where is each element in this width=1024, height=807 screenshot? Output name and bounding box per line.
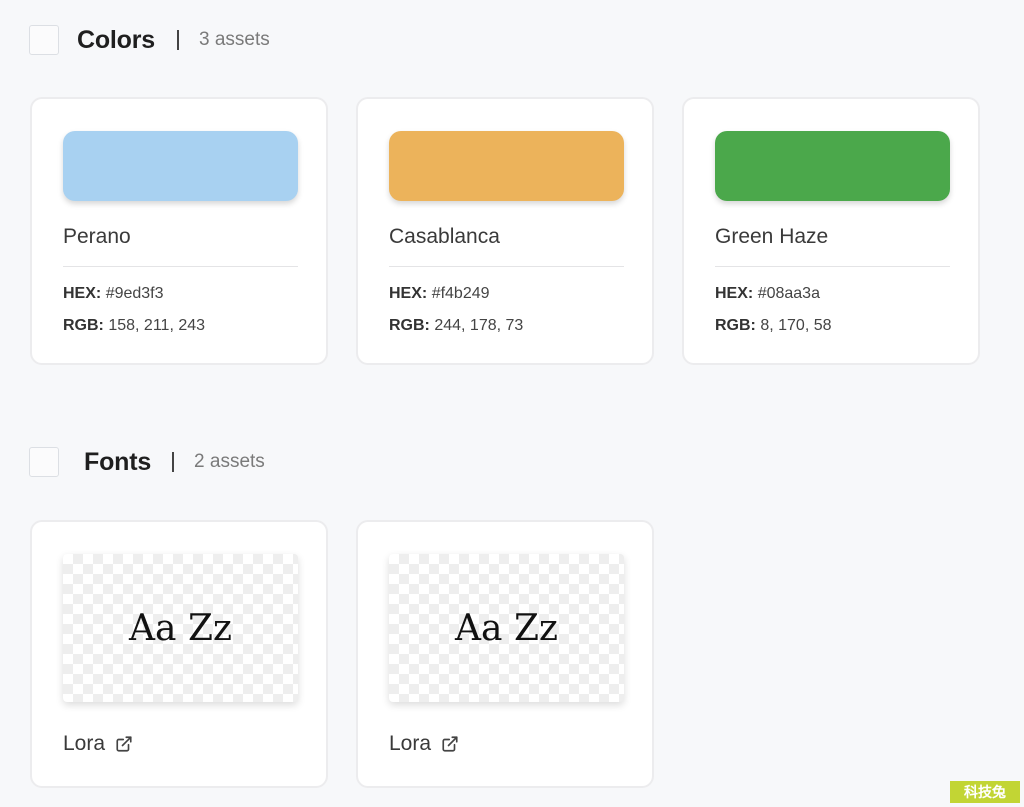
- hex-value: HEX: #f4b249: [389, 285, 490, 303]
- hex-label: HEX:: [715, 285, 754, 302]
- rgb-label: RGB:: [715, 317, 756, 334]
- font-sample-text: Aa Zz: [129, 607, 232, 649]
- section-title: Colors: [77, 25, 155, 54]
- font-link[interactable]: Lora: [63, 732, 133, 756]
- rgb-text: 244, 178, 73: [434, 317, 524, 334]
- hex-value: HEX: #9ed3f3: [63, 285, 164, 303]
- external-link-icon[interactable]: [441, 735, 459, 753]
- rgb-text: 158, 211, 243: [108, 317, 206, 334]
- color-swatch: [63, 131, 298, 201]
- brand-assets-page: Colors 3 assets Perano HEX: #9ed3f3 RGB:…: [0, 0, 1024, 807]
- external-link-icon[interactable]: [115, 735, 133, 753]
- rgb-value: RGB: 244, 178, 73: [389, 317, 523, 335]
- color-card[interactable]: Casablanca HEX: #f4b249 RGB: 244, 178, 7…: [356, 97, 654, 365]
- font-card[interactable]: Aa Zz Lora: [30, 520, 328, 788]
- watermark-badge: 科技兔: [950, 781, 1020, 803]
- font-name: Lora: [389, 732, 432, 755]
- color-swatch: [715, 131, 950, 201]
- rgb-value: RGB: 158, 211, 243: [63, 317, 205, 335]
- colors-section-header: Colors 3 assets: [29, 24, 270, 56]
- divider: [389, 266, 624, 267]
- font-preview: Aa Zz: [389, 554, 624, 702]
- hex-label: HEX:: [389, 285, 428, 302]
- rgb-text: 8, 170, 58: [760, 317, 832, 334]
- color-name: Perano: [63, 225, 131, 248]
- hex-value: HEX: #08aa3a: [715, 285, 820, 303]
- color-name: Casablanca: [389, 225, 500, 248]
- section-divider: [176, 30, 179, 50]
- color-name: Green Haze: [715, 225, 829, 248]
- font-sample-text: Aa Zz: [455, 607, 558, 649]
- rgb-label: RGB:: [389, 317, 430, 334]
- section-title: Fonts: [84, 447, 152, 476]
- fonts-select-checkbox[interactable]: [29, 447, 59, 477]
- hex-text: #08aa3a: [757, 285, 820, 302]
- hex-text: #9ed3f3: [105, 285, 164, 302]
- color-card[interactable]: Perano HEX: #9ed3f3 RGB: 158, 211, 243: [30, 97, 328, 365]
- divider: [63, 266, 298, 267]
- rgb-value: RGB: 8, 170, 58: [715, 317, 832, 335]
- font-name: Lora: [63, 732, 106, 755]
- hex-text: #f4b249: [431, 285, 490, 302]
- font-preview: Aa Zz: [63, 554, 298, 702]
- color-swatch: [389, 131, 624, 201]
- fonts-section-header: Fonts 2 assets: [29, 446, 265, 478]
- section-divider: [172, 452, 175, 472]
- hex-label: HEX:: [63, 285, 102, 302]
- colors-select-checkbox[interactable]: [29, 25, 59, 55]
- asset-count: 3 assets: [198, 29, 270, 50]
- font-card[interactable]: Aa Zz Lora: [356, 520, 654, 788]
- rgb-label: RGB:: [63, 317, 104, 334]
- font-link[interactable]: Lora: [389, 732, 459, 756]
- asset-count: 2 assets: [194, 451, 265, 472]
- color-card[interactable]: Green Haze HEX: #08aa3a RGB: 8, 170, 58: [682, 97, 980, 365]
- divider: [715, 266, 950, 267]
